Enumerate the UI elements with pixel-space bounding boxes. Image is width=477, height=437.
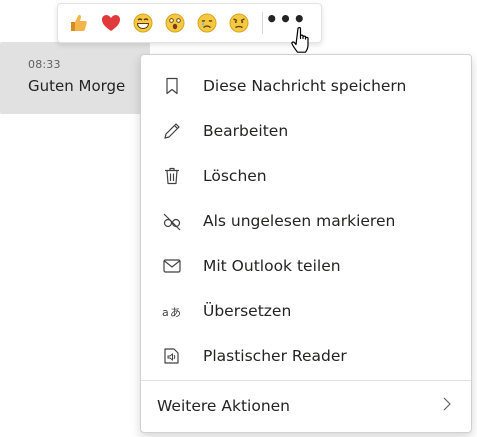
- reaction-bar: •••: [57, 3, 322, 43]
- menu-item-mark-unread[interactable]: Als ungelesen markieren: [141, 198, 471, 243]
- menu-item-label: Mit Outlook teilen: [203, 256, 341, 275]
- pencil-icon: [161, 120, 183, 142]
- menu-item-delete[interactable]: Löschen: [141, 153, 471, 198]
- menu-item-translate[interactable]: aあ Übersetzen: [141, 288, 471, 333]
- message-timestamp: 08:33: [28, 58, 61, 71]
- menu-item-label: Diese Nachricht speichern: [203, 76, 407, 95]
- teams-chat-view: 08:33 Guten Morge ••• Diese Nachricht sp…: [0, 0, 477, 437]
- laugh-icon[interactable]: [132, 12, 154, 34]
- svg-text:a: a: [162, 306, 169, 319]
- menu-item-save-message[interactable]: Diese Nachricht speichern: [141, 63, 471, 108]
- menu-item-more-actions[interactable]: Weitere Aktionen: [141, 383, 471, 428]
- mail-icon: [161, 255, 183, 277]
- menu-item-label: Löschen: [203, 166, 267, 185]
- translate-icon: aあ: [161, 300, 183, 322]
- sad-icon[interactable]: [196, 12, 218, 34]
- angry-icon[interactable]: [228, 12, 250, 34]
- reaction-bar-divider: [262, 12, 263, 34]
- more-options-icon: •••: [265, 7, 307, 31]
- message-context-menu: Diese Nachricht speichern Bearbeiten Lös…: [140, 54, 472, 433]
- menu-item-label: Plastischer Reader: [203, 346, 347, 365]
- menu-item-edit[interactable]: Bearbeiten: [141, 108, 471, 153]
- menu-divider: [141, 380, 471, 381]
- heart-icon[interactable]: [100, 12, 122, 34]
- thumbs-up-icon[interactable]: [68, 12, 90, 34]
- menu-item-share-outlook[interactable]: Mit Outlook teilen: [141, 243, 471, 288]
- menu-item-label: Als ungelesen markieren: [203, 211, 396, 230]
- menu-item-label: Bearbeiten: [203, 121, 289, 140]
- unread-glasses-icon: [161, 210, 183, 232]
- more-actions-label: Weitere Aktionen: [157, 396, 290, 415]
- svg-text:あ: あ: [170, 306, 181, 319]
- surprised-icon[interactable]: [164, 12, 186, 34]
- menu-list: Diese Nachricht speichern Bearbeiten Lös…: [141, 63, 471, 378]
- bookmark-icon: [161, 75, 183, 97]
- message-text: Guten Morge: [28, 77, 126, 95]
- chat-message[interactable]: 08:33 Guten Morge: [0, 42, 150, 114]
- menu-item-label: Übersetzen: [203, 301, 292, 320]
- immersive-reader-icon: [161, 345, 183, 367]
- trash-icon: [161, 165, 183, 187]
- menu-item-immersive-reader[interactable]: Plastischer Reader: [141, 333, 471, 378]
- chevron-right-icon: [441, 396, 453, 415]
- hand-pointer-cursor-icon: [291, 27, 309, 53]
